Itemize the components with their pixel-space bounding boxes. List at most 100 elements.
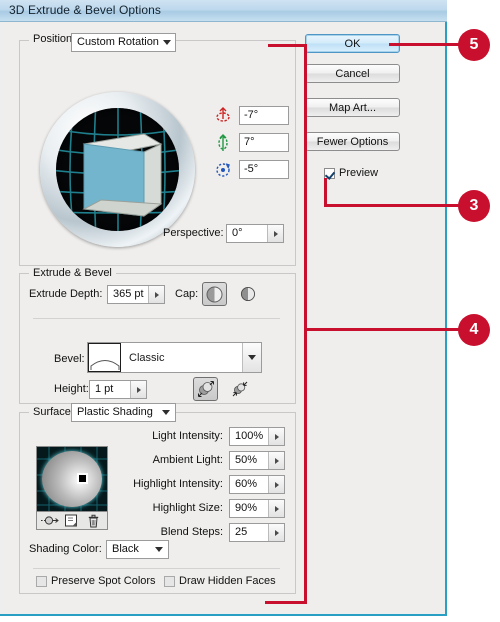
rotate-x-input[interactable]: -7° — [239, 106, 289, 125]
light-intensity-value: 100% — [235, 430, 264, 442]
callout-5: 5 — [458, 29, 490, 61]
map-art-button-label: Map Art... — [328, 101, 377, 114]
callout-4: 4 — [458, 314, 490, 346]
bevel-classic-icon — [88, 343, 121, 372]
trackball-grid-icon — [56, 108, 179, 231]
stepper-arrow-icon[interactable] — [268, 476, 284, 493]
title-bar: 3D Extrude & Bevel Options — [0, 0, 447, 22]
perspective-label: Perspective: — [163, 227, 224, 239]
callout-4-bracket-right — [304, 44, 307, 604]
rotate-x-icon — [216, 107, 230, 122]
callout-4-leader — [304, 328, 459, 331]
bevel-value: Classic — [129, 351, 165, 364]
light-intensity-stepper[interactable]: 100% — [229, 427, 285, 446]
cap-solid-icon — [206, 286, 223, 302]
trackball-sphere — [56, 108, 179, 231]
fewer-options-button-label: Fewer Options — [316, 135, 389, 148]
position-preset-value: Custom Rotation — [77, 36, 159, 48]
dialog-client-area: Position: Custom Rotation -7° 7° -5° Per… — [3, 22, 444, 613]
stepper-arrow-icon[interactable] — [267, 225, 283, 242]
cancel-button[interactable]: Cancel — [305, 64, 400, 83]
callout-4-bracket-bottom — [265, 601, 307, 604]
shading-color-value: Black — [112, 543, 139, 555]
extrude-depth-value: 365 pt — [113, 288, 144, 300]
bevel-extent-in-button[interactable] — [229, 378, 251, 400]
light-sphere — [42, 451, 102, 507]
dialog-window: 3D Extrude & Bevel Options Position: Cus… — [0, 0, 447, 616]
trackball-box-icon — [82, 133, 163, 217]
rotate-x-value: -7° — [244, 109, 259, 121]
extrude-bevel-legend-text: Extrude & Bevel — [33, 267, 112, 279]
perspective-stepper[interactable]: 0° — [226, 224, 284, 243]
position-label-text: Position: — [33, 33, 76, 45]
preview-checkbox[interactable]: Preview — [324, 167, 378, 179]
move-light-icon[interactable] — [40, 514, 59, 528]
fewer-options-button[interactable]: Fewer Options — [305, 132, 400, 151]
rotate-y-input[interactable]: 7° — [239, 133, 289, 152]
position-preset-select[interactable]: Custom Rotation — [71, 33, 176, 52]
highlight-intensity-stepper[interactable]: 60% — [229, 475, 285, 494]
surface-light-preview[interactable] — [36, 446, 108, 512]
cancel-button-label: Cancel — [335, 67, 370, 80]
ok-button[interactable]: OK — [305, 34, 400, 53]
highlight-intensity-value: 60% — [235, 478, 258, 490]
callout-4-number: 4 — [469, 321, 479, 338]
light-handle[interactable] — [77, 473, 88, 484]
extrude-depth-stepper[interactable]: 365 pt — [107, 285, 165, 304]
cap-hollow-button[interactable] — [238, 284, 258, 304]
shading-color-label: Shading Color: — [29, 543, 102, 555]
stepper-arrow-icon[interactable] — [148, 286, 164, 303]
callout-4-bracket-top — [268, 44, 307, 47]
cap-solid-button[interactable] — [202, 282, 227, 306]
surface-legend-text: Surface: — [33, 406, 74, 418]
new-light-icon[interactable] — [64, 514, 80, 528]
highlight-size-value: 90% — [235, 502, 258, 514]
callout-3-leader-vertical — [324, 178, 327, 207]
highlight-size-label: Highlight Size: — [152, 502, 223, 514]
callout-3-number: 3 — [469, 197, 479, 214]
ok-button-label: OK — [344, 37, 361, 50]
stepper-arrow-icon[interactable] — [268, 452, 284, 469]
stepper-arrow-icon[interactable] — [268, 500, 284, 517]
preview-label: Preview — [339, 167, 379, 179]
map-art-button[interactable]: Map Art... — [305, 98, 400, 117]
checkbox-box — [36, 575, 47, 587]
draw-hidden-faces-checkbox[interactable]: Draw Hidden Faces — [164, 575, 276, 587]
rotation-trackball[interactable] — [40, 92, 195, 247]
light-toolbar — [36, 512, 108, 530]
bevel-extent-out-icon — [197, 381, 214, 397]
chevron-down-icon[interactable] — [242, 343, 261, 372]
draw-hidden-faces-label: Draw Hidden Faces — [179, 575, 276, 587]
bevel-extent-out-button[interactable] — [193, 377, 218, 401]
stepper-arrow-icon[interactable] — [130, 381, 146, 398]
ambient-light-stepper[interactable]: 50% — [229, 451, 285, 470]
bevel-label: Bevel: — [54, 353, 85, 365]
preserve-spot-colors-checkbox[interactable]: Preserve Spot Colors — [36, 575, 156, 587]
chevron-down-icon — [157, 410, 175, 415]
chevron-down-icon — [150, 547, 168, 552]
rotate-z-value: -5° — [244, 163, 259, 175]
surface-type-select[interactable]: Plastic Shading — [71, 403, 176, 422]
extrude-depth-label: Extrude Depth: — [29, 288, 103, 300]
callout-3: 3 — [458, 190, 490, 222]
callout-5-number: 5 — [469, 36, 479, 53]
chevron-down-icon — [159, 40, 175, 45]
height-stepper[interactable]: 1 pt — [89, 380, 147, 399]
divider — [33, 568, 280, 569]
blend-steps-value: 25 — [235, 526, 248, 538]
bevel-select[interactable]: Classic — [87, 342, 262, 373]
divider — [33, 318, 280, 319]
blend-steps-stepper[interactable]: 25 — [229, 523, 285, 542]
rotate-z-input[interactable]: -5° — [239, 160, 289, 179]
surface-type-value: Plastic Shading — [77, 406, 153, 418]
stepper-arrow-icon[interactable] — [268, 428, 284, 445]
delete-light-icon[interactable] — [87, 514, 103, 528]
bevel-extent-in-icon — [232, 381, 248, 397]
checkbox-box — [164, 575, 175, 587]
shading-color-select[interactable]: Black — [106, 540, 169, 559]
highlight-intensity-label: Highlight Intensity: — [133, 478, 223, 490]
stepper-arrow-icon[interactable] — [268, 524, 284, 541]
preserve-spot-colors-label: Preserve Spot Colors — [51, 575, 156, 587]
highlight-size-stepper[interactable]: 90% — [229, 499, 285, 518]
dialog-title: 3D Extrude & Bevel Options — [9, 3, 162, 17]
